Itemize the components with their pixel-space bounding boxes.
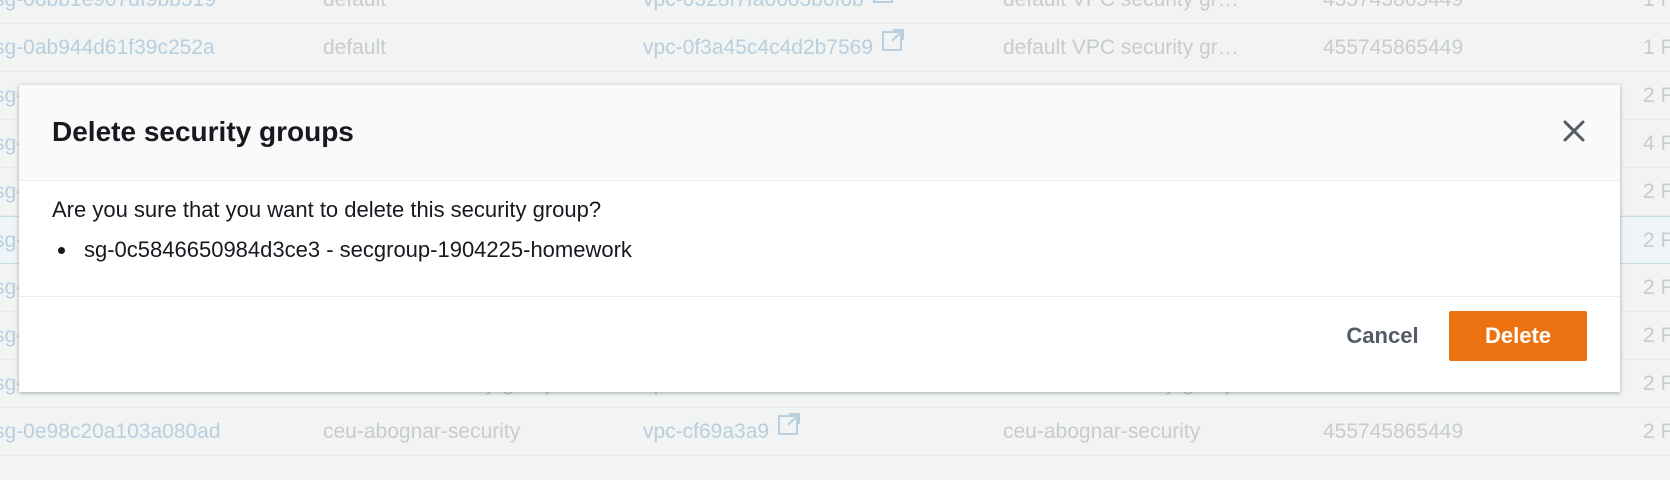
security-group-name-cell-text: ceu-abognar-security	[323, 420, 521, 443]
table-row[interactable]: sg-0ab944d61f39c252a default vpc-0f3a45c4c…	[0, 24, 1670, 72]
modal-title: Delete security groups	[52, 116, 354, 147]
rules-count-cell: 2 P	[1643, 312, 1670, 360]
owner-cell: 455745865449	[1323, 24, 1613, 72]
modal-body: Are you sure that you want to delete thi…	[19, 181, 1620, 297]
table-row[interactable]: sg-08bb1e907df9bb519 default vpc-0328f7fa6…	[0, 0, 1670, 24]
rules-count-cell-text: 2 P	[1643, 276, 1670, 299]
security-group-id-link[interactable]: sg-08bb1e907df9bb519	[0, 0, 284, 24]
external-link-icon	[777, 408, 801, 454]
vpc-id-link[interactable]: vpc-cf69a3a9	[643, 408, 973, 456]
security-group-name-cell: ceu-abognar-security	[323, 408, 613, 456]
confirmation-question: Are you sure that you want to delete thi…	[52, 197, 602, 222]
rules-count-cell-text: 4 P	[1643, 132, 1670, 155]
close-button[interactable]	[1558, 115, 1590, 147]
rules-count-cell-text: 2 P	[1643, 324, 1670, 347]
rules-count-cell: 2 P	[1643, 408, 1670, 456]
rules-count-cell: 2 P	[1643, 72, 1670, 120]
rules-count-cell: 2 P	[1643, 217, 1670, 265]
rules-count-cell-text: 2 P	[1643, 84, 1670, 107]
rules-count-cell: 2 P	[1643, 264, 1670, 312]
close-icon	[1563, 120, 1585, 142]
delete-button[interactable]: Delete	[1449, 311, 1587, 361]
security-group-name-cell: default	[323, 0, 613, 24]
owner-cell: 455745865449	[1323, 0, 1613, 24]
security-group-label: sg-0c5846650984d3ce3 - secgroup-1904225-…	[84, 237, 632, 262]
delete-security-groups-modal: Delete security groups Are you sure that…	[19, 85, 1620, 392]
description-cell: default VPC security gr…	[1003, 24, 1303, 72]
owner-cell-text: 455745865449	[1323, 420, 1464, 443]
description-cell-text: default VPC security gr…	[1003, 0, 1239, 11]
security-group-name-cell-text: default	[323, 0, 386, 11]
security-group-name-cell: default	[323, 24, 613, 72]
security-group-name-cell-text: default	[323, 36, 387, 59]
external-link-icon	[881, 24, 905, 70]
rules-count-cell-text: 1 P	[1643, 0, 1670, 11]
vpc-id-link-text: vpc-0328f7fa6603b0f6b	[643, 0, 864, 11]
modal-header: Delete security groups	[19, 85, 1620, 181]
rules-count-cell-text: 2 P	[1643, 180, 1670, 203]
cancel-button[interactable]: Cancel	[1319, 311, 1446, 361]
description-cell-text: ceu-abognar-security	[1003, 420, 1201, 443]
security-group-id-link[interactable]: sg-0e98c20a103a080ad	[0, 408, 284, 456]
bullet-icon	[58, 247, 65, 254]
rules-count-cell: 2 P	[1643, 360, 1670, 408]
security-group-id-link[interactable]: sg-0ab944d61f39c252a	[0, 24, 284, 72]
owner-cell-text: 455745865449	[1323, 36, 1464, 59]
description-cell: default VPC security gr…	[1003, 0, 1303, 24]
rules-count-cell-text: 2 P	[1643, 229, 1670, 252]
rules-count-cell: 2 P	[1643, 168, 1670, 216]
rules-count-cell: 4 P	[1643, 120, 1670, 168]
security-group-list: sg-0c5846650984d3ce3 - secgroup-1904225-…	[52, 236, 632, 264]
rules-count-cell: 1 P	[1643, 0, 1670, 24]
rules-count-cell-text: 2 P	[1643, 420, 1670, 443]
modal-footer: Cancel Delete	[19, 297, 1620, 392]
external-link-icon	[872, 0, 896, 22]
vpc-id-link[interactable]: vpc-0f3a45c4c4d2b7569	[643, 24, 973, 72]
description-cell-text: default VPC security gr…	[1003, 36, 1239, 59]
rules-count-cell-text: 2 P	[1643, 372, 1670, 395]
vpc-id-link[interactable]: vpc-0328f7fa6603b0f6b	[643, 0, 973, 24]
description-cell: ceu-abognar-security	[1003, 408, 1303, 456]
table-row[interactable]: sg-0e98c20a103a080ad ceu-abognar-security…	[0, 408, 1670, 456]
rules-count-cell-text: 1 P	[1643, 36, 1670, 59]
rules-count-cell: 1 P	[1643, 24, 1670, 72]
security-group-id-link-text: sg-08bb1e907df9bb519	[0, 0, 216, 11]
vpc-id-link-text: vpc-cf69a3a9	[643, 420, 770, 443]
vpc-id-link-text: vpc-0f3a45c4c4d2b7569	[643, 36, 874, 59]
owner-cell-text: 455745865449	[1323, 0, 1463, 11]
owner-cell: 455745865449	[1323, 408, 1613, 456]
security-group-id-link-text: sg-0e98c20a103a080ad	[0, 420, 221, 443]
security-group-id-link-text: sg-0ab944d61f39c252a	[0, 36, 215, 59]
security-group-list-item: sg-0c5846650984d3ce3 - secgroup-1904225-…	[52, 236, 632, 264]
